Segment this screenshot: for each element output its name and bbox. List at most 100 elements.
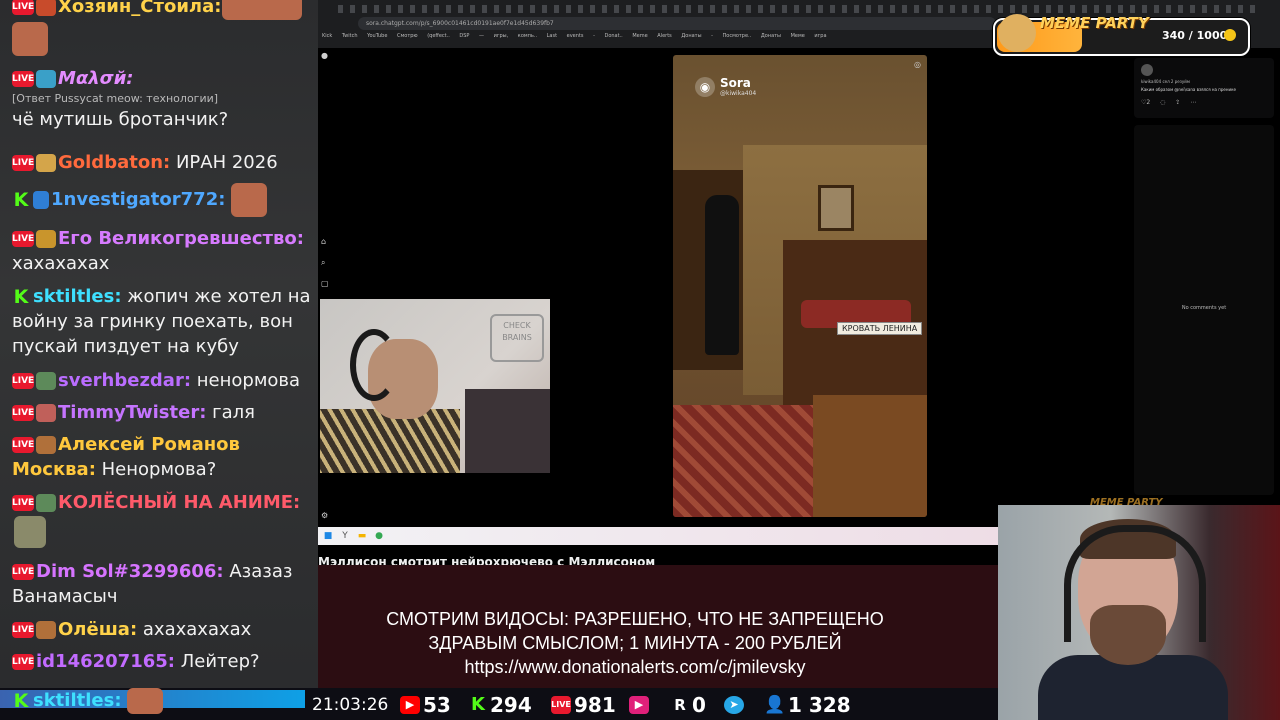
cam-person-shirt (320, 409, 460, 473)
emote-icon (231, 183, 268, 217)
emote-icon (36, 621, 56, 639)
live-badge: LIVE (12, 564, 34, 580)
sora-video-player[interactable]: ◉ Sora @kiwika404 КРОВАТЬ ЛЕНИНА ◎ (673, 55, 927, 517)
openai-icon[interactable]: ● (321, 52, 329, 60)
cam-shelf (465, 389, 550, 473)
chat-message: LIVE Goldbaton: ИРАН 2026 (12, 150, 312, 175)
live-badge: LIVE (12, 405, 34, 421)
emote-icon (12, 22, 48, 56)
chat-username: sktiltles: (33, 286, 122, 307)
inbox-icon[interactable]: ▢ (321, 280, 329, 288)
chat-username: Олёша: (58, 619, 138, 640)
chrome-icon[interactable]: ● (374, 531, 384, 541)
chat-message: LIVEDim Sol#3299606: Азазаз Ванамасыч (12, 559, 312, 609)
chat-message: Ksktiltles: (12, 688, 312, 714)
chat-message: K 1nvestigator772: (12, 183, 312, 217)
chat-username: TimmyTwister: (58, 402, 207, 423)
chat-username: sktiltles: (33, 690, 122, 711)
address-bar[interactable]: sora.chatgpt.com/p/s_6900c01461cd0191ae0… (358, 17, 996, 30)
youtube-viewers: 53 (423, 693, 451, 717)
os-taskbar: ■ Y ▬ ● (318, 527, 998, 545)
kick-badge: K (13, 286, 29, 308)
chat-username: КОЛЁСНЫЙ НА АНИМЕ: (58, 492, 301, 513)
folder-icon[interactable]: ▬ (357, 531, 367, 541)
comment-username[interactable]: kiwika404 сел 2 резуйм (1141, 79, 1190, 84)
chat-message: LIVE Мαλσй: [Ответ Pussycat meow: техноло… (12, 66, 312, 132)
chat-username: Его Великогревшество: (58, 228, 304, 249)
live-badge: LIVE (12, 155, 34, 171)
emote-icon (36, 372, 56, 390)
youtube-icon: ▶ (400, 696, 420, 714)
chat-message: Ksktiltles: жопич же хотел на войну за г… (12, 284, 312, 359)
chat-message: LIVE Хозяин_Стоила: (12, 0, 312, 20)
chat-text: Ненормова? (101, 459, 217, 480)
chat-text: Лейтер? (180, 651, 260, 672)
yandex-icon[interactable]: Y (340, 531, 350, 541)
emote-icon (36, 230, 56, 248)
video-caption-label: КРОВАТЬ ЛЕНИНА (837, 322, 923, 335)
chat-message: LIVEid146207165: Лейтер? (12, 649, 312, 674)
total-viewers: 1 328 (788, 693, 851, 717)
chat-text: ахахахахах (142, 619, 252, 640)
avatar[interactable] (1141, 64, 1153, 76)
chat-message: LIVE sverhbezdar: ненормова (12, 368, 312, 393)
live-badge: LIVE (12, 654, 34, 670)
twitch-icon: ▶ (629, 696, 649, 714)
comment-text: Каким образом @nei\sana взялся на преник… (1141, 87, 1236, 92)
chat-message: LIVE TimmyTwister: галя (12, 400, 312, 425)
chat-panel: LIVE Хозяин_Стоила: LIVE Мαλσй: [Ответ Pus… (0, 0, 318, 720)
chat-text: ИРАН 2026 (175, 152, 278, 173)
banner-line: ЗДРАВЫМ СМЫСЛОМ; 1 МИНУТА - 200 РУБЛЕЙ (428, 633, 842, 653)
kick-viewers: 294 (490, 693, 532, 717)
headphones-icon (350, 329, 398, 401)
chat-text: ненормова (196, 370, 301, 391)
clock: 21:03:26 (312, 695, 389, 715)
live-badge: LIVE (12, 71, 34, 87)
comment-card: kiwika404 сел 2 резуйм Каким образом @ne… (1134, 58, 1274, 118)
chat-username: Dim Sol#3299606: (36, 561, 224, 582)
settings-icon[interactable]: ⚙ (321, 512, 329, 520)
mute-icon[interactable]: ◎ (914, 60, 921, 69)
doge-icon (998, 14, 1036, 52)
headphones-icon (1064, 525, 1206, 642)
telegram-icon: ➤ (724, 696, 744, 714)
scene-floor (813, 395, 927, 517)
chat-message: LIVE Его Великогревшество: хахахахах (12, 226, 312, 276)
emote-icon (36, 154, 56, 172)
live-badge: LIVE (12, 437, 34, 453)
chat-message: LIVE КОЛЁСНЫЙ НА АНИМЕ: (12, 490, 312, 515)
kick-badge: K (13, 690, 29, 712)
bookmarks-bar[interactable]: Kick Twitch YouTube Смотрю (qeffect.. DS… (322, 33, 827, 43)
search-icon[interactable]: ⌕ (321, 259, 329, 267)
chat-username: Мαλσй: (58, 68, 134, 89)
emote-icon (14, 516, 46, 548)
kick-badge: K (13, 189, 29, 211)
rutube-icon: R (674, 696, 686, 714)
comment-actions[interactable]: ♡2 ◌ ⇪ ⋯ (1141, 99, 1196, 106)
emote-icon (36, 70, 56, 88)
scene-person (705, 195, 739, 355)
cam-neon-logo: CHECK BRAINS (490, 314, 544, 362)
chat-username: sverhbezdar: (58, 370, 192, 391)
meme-party-title: MEME PARTY (1040, 14, 1149, 32)
emote-icon (222, 0, 302, 20)
rutube-viewers: 0 (692, 693, 706, 717)
chat-message: LIVE Алексей Романов Москва: Ненормова? (12, 432, 312, 482)
scene-rug (673, 405, 813, 517)
live-badge: LIVE (12, 373, 34, 389)
chat-text: галя (212, 402, 255, 423)
sora-username[interactable]: @kiwika404 (720, 90, 756, 97)
home-icon[interactable]: ⌂ (321, 238, 329, 246)
meme-party-ghost-label: MEME PARTY (1090, 497, 1163, 508)
emote-icon (127, 688, 164, 714)
emote-icon (36, 404, 56, 422)
comments-panel: No comments yet (1134, 125, 1274, 495)
chat-text: чё мутишь бротанчик? (12, 109, 229, 130)
windows-start-icon[interactable]: ■ (323, 531, 333, 541)
chat-message: LIVE Олёша: ахахахахах (12, 617, 312, 642)
live-badge: LIVE (12, 0, 34, 15)
webcam-streamer (998, 505, 1280, 720)
tab-strip[interactable] (338, 5, 1258, 13)
donation-link[interactable]: https://www.donationalerts.com/c/jmilevs… (318, 655, 952, 679)
emote-icon (36, 494, 56, 512)
